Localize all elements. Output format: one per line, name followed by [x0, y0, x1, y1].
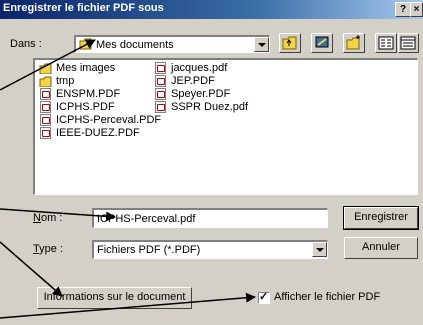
- arrow-to-filename: [0, 208, 116, 222]
- arrow-to-location: [0, 39, 96, 91]
- save-dialog: Enregistrer le fichier PDF sous ? × Dans…: [0, 0, 423, 325]
- annotation-arrows: [0, 39, 256, 319]
- arrow-to-info: [0, 241, 63, 297]
- arrow-to-checkbox: [0, 292, 256, 319]
